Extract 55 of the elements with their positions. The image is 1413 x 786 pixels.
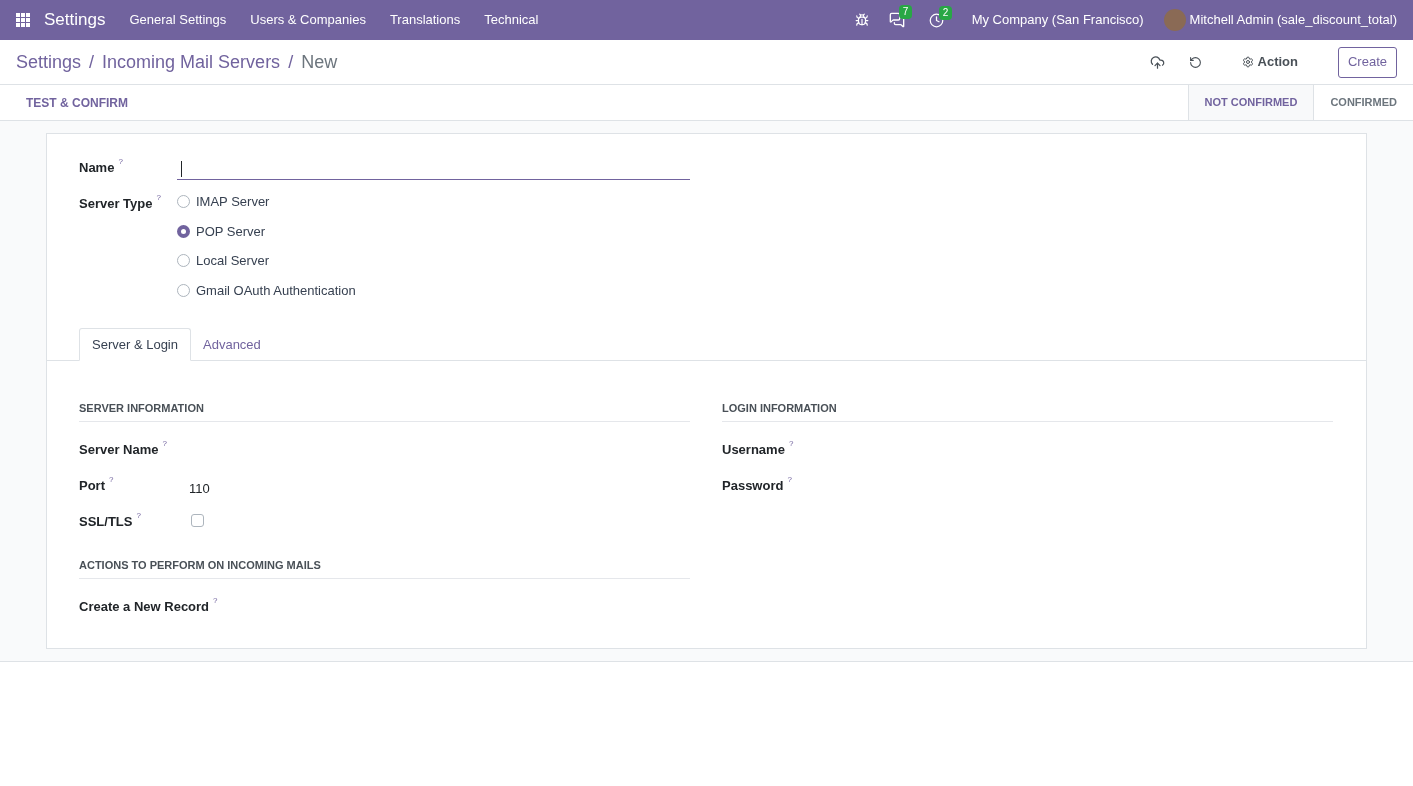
app-grid-icon[interactable] [16,12,31,28]
status-stage[interactable]: NOT CONFIRMED [1187,85,1315,120]
app-name[interactable]: Settings [44,7,106,33]
menu-item[interactable]: General Settings [129,10,227,30]
field-label: Port [79,477,105,495]
create-button[interactable]: Create [1337,46,1397,78]
menu-item[interactable]: Users & Companies [250,10,366,30]
help-mark[interactable]: ? [213,597,218,605]
field-label: Server Type [79,195,153,213]
breadcrumb-separator: / [288,50,294,74]
company-switcher[interactable]: My Company (San Francisco) [971,10,1144,30]
name-input[interactable] [177,158,690,180]
section-heading: SERVER INFORMATION [79,402,204,414]
checkbox[interactable] [191,514,204,527]
radio-label[interactable]: Gmail OAuth Authentication [196,280,356,300]
status-stage[interactable]: CONFIRMED [1314,85,1413,120]
radio-label[interactable]: POP Server [196,221,266,241]
help-mark[interactable]: ? [156,194,161,202]
help-mark[interactable]: ? [118,158,123,166]
field-label: Name [79,159,115,177]
field-label: SSL/TLS [79,513,133,531]
breadcrumb-link[interactable]: Settings [16,48,82,76]
gear-icon [1241,56,1254,68]
field-label: Password [722,477,784,495]
tab[interactable]: Server & Login [79,328,191,361]
radio-label[interactable]: Local Server [196,251,269,271]
radio-label[interactable]: IMAP Server [196,192,270,212]
bug-icon[interactable] [854,13,869,27]
field-value[interactable]: 110 [187,476,210,499]
menu-item[interactable]: Translations [389,10,461,30]
help-mark[interactable]: ? [787,476,792,484]
help-mark[interactable]: ? [109,476,114,484]
breadcrumb-link[interactable]: Incoming Mail Servers [102,48,281,76]
section-heading: ACTIONS TO PERFORM ON INCOMING MAILS [79,559,321,571]
breadcrumb-current: New [301,50,338,74]
count-badge: 7 [898,5,913,19]
menu-item[interactable]: Technical [484,10,539,30]
radio-button[interactable] [177,224,190,238]
discard-icon[interactable] [1188,55,1202,69]
help-mark[interactable]: ? [788,440,794,448]
clock-icon[interactable] [928,12,944,28]
help-mark[interactable]: ? [162,440,167,448]
help-mark[interactable]: ? [136,512,141,520]
field-label: Username [722,441,785,459]
test-confirm-button[interactable]: TEST & CONFIRM [26,93,128,112]
tab[interactable]: Advanced [191,328,273,361]
save-icon[interactable] [1149,54,1165,70]
user-menu[interactable]: Mitchell Admin (sale_discount_total) [1189,10,1397,30]
action-button[interactable]: Action [1241,52,1298,72]
breadcrumb-separator: / [89,50,95,74]
field-label: Create a New Record [79,598,210,616]
section-heading: LOGIN INFORMATION [722,402,837,414]
count-badge: 2 [938,5,953,20]
field-label: Server Name [79,441,159,459]
chat-icon[interactable] [888,12,905,28]
